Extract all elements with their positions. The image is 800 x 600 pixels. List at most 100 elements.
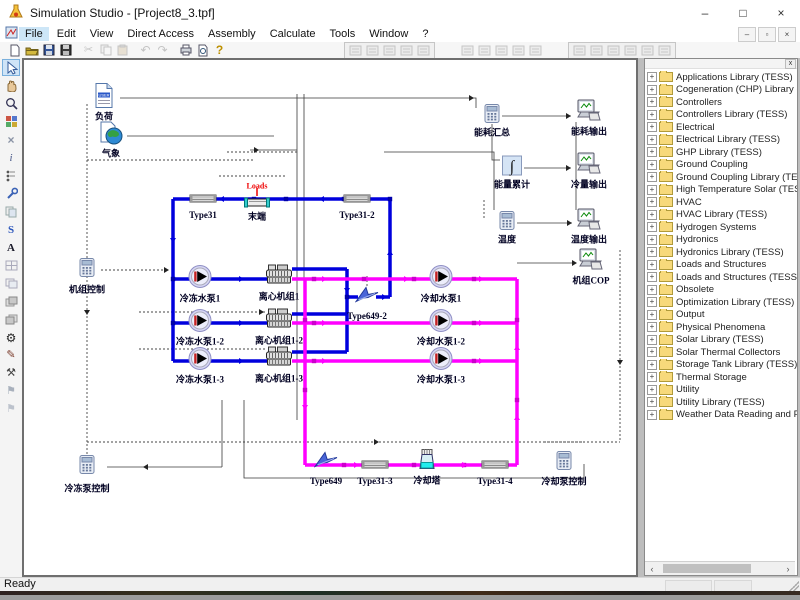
expand-icon[interactable]: + bbox=[647, 360, 657, 370]
expand-icon[interactable]: + bbox=[647, 335, 657, 345]
redo-icon[interactable]: ↷ bbox=[154, 43, 171, 57]
panel-icon[interactable] bbox=[656, 43, 673, 57]
tree-item-ghp-library-tess[interactable]: +GHP Library (TESS) bbox=[647, 146, 797, 159]
expand-icon[interactable]: + bbox=[647, 347, 657, 357]
pointer-icon[interactable] bbox=[2, 59, 20, 76]
eject-icon[interactable] bbox=[639, 43, 656, 57]
undo-icon[interactable]: ↶ bbox=[137, 43, 154, 57]
tree-item-electrical-library-tess[interactable]: +Electrical Library (TESS) bbox=[647, 134, 797, 147]
flag-back-icon[interactable]: ⚑ bbox=[2, 401, 20, 418]
expand-icon[interactable]: + bbox=[647, 410, 657, 420]
tree-item-ground-coupling-library-tess[interactable]: +Ground Coupling Library (TESS) bbox=[647, 171, 797, 184]
menu-assembly[interactable]: Assembly bbox=[202, 27, 262, 41]
resize-grip[interactable] bbox=[789, 581, 799, 591]
duplicate-icon[interactable] bbox=[2, 203, 20, 220]
tree-horizontal-scrollbar[interactable]: ‹ › bbox=[645, 561, 795, 575]
tree-item-utility[interactable]: +Utility bbox=[647, 384, 797, 397]
window-cascade-icon[interactable] bbox=[2, 275, 20, 292]
tree-item-utility-library-tess[interactable]: +Utility Library (TESS) bbox=[647, 396, 797, 409]
mdi-close-button[interactable]: × bbox=[778, 27, 796, 42]
schematic-canvas[interactable]: USER负荷气象Type31末端Type31-2能耗汇总能耗输出∫能量累计冷量输… bbox=[22, 58, 638, 577]
expand-icon[interactable]: + bbox=[647, 322, 657, 332]
menu-calculate[interactable]: Calculate bbox=[264, 27, 322, 41]
tree-item-hvac[interactable]: +HVAC bbox=[647, 196, 797, 209]
component-chiller3[interactable] bbox=[266, 346, 293, 372]
expand-icon[interactable]: + bbox=[647, 97, 657, 107]
align-top-icon[interactable] bbox=[398, 43, 415, 57]
expand-icon[interactable]: + bbox=[647, 72, 657, 82]
component-unit-cop[interactable] bbox=[578, 248, 604, 276]
tree-item-solar-thermal-collectors[interactable]: +Solar Thermal Collectors bbox=[647, 346, 797, 359]
wrench-icon[interactable] bbox=[2, 185, 20, 202]
expand-icon[interactable]: + bbox=[647, 147, 657, 157]
expand-icon[interactable]: + bbox=[647, 260, 657, 270]
paste-icon[interactable] bbox=[114, 43, 131, 57]
component-type31-2[interactable] bbox=[343, 190, 371, 208]
expand-icon[interactable]: + bbox=[647, 185, 657, 195]
component-type31-4[interactable] bbox=[481, 456, 509, 474]
expand-icon[interactable]: + bbox=[647, 385, 657, 395]
print-icon[interactable] bbox=[177, 43, 194, 57]
pen-icon[interactable]: ✎ bbox=[2, 347, 20, 364]
tree-item-weather-data-reading-and-process[interactable]: +Weather Data Reading and Process bbox=[647, 409, 797, 422]
expand-icon[interactable]: + bbox=[647, 197, 657, 207]
component-chw-pump1[interactable] bbox=[188, 265, 212, 294]
mdi-restore-button[interactable]: ▫ bbox=[758, 27, 776, 42]
tree-item-obsolete[interactable]: +Obsolete bbox=[647, 284, 797, 297]
expand-icon[interactable]: + bbox=[647, 235, 657, 245]
tree-item-cogeneration-chp-library-tess[interactable]: +Cogeneration (CHP) Library (TESS) bbox=[647, 84, 797, 97]
fit-horizontal-icon[interactable] bbox=[347, 43, 364, 57]
help-icon[interactable]: ? bbox=[211, 43, 228, 57]
cut-icon[interactable]: ✂ bbox=[80, 43, 97, 57]
menu-direct-access[interactable]: Direct Access bbox=[121, 27, 200, 41]
new-component-icon[interactable] bbox=[2, 113, 20, 130]
tree-item-applications-library-tess[interactable]: +Applications Library (TESS) bbox=[647, 71, 797, 84]
expand-icon[interactable]: + bbox=[647, 310, 657, 320]
scrollbar-thumb[interactable] bbox=[663, 564, 751, 573]
open-folder-icon[interactable] bbox=[23, 43, 40, 57]
tools-icon[interactable]: ⚒ bbox=[2, 365, 20, 382]
component-chw-pump3[interactable] bbox=[188, 347, 212, 376]
move-down-icon[interactable] bbox=[476, 43, 493, 57]
component-cw-pump-control[interactable] bbox=[557, 451, 572, 475]
menu-edit[interactable]: Edit bbox=[51, 27, 82, 41]
minimize-button[interactable]: – bbox=[686, 0, 724, 26]
tree-item-loads-and-structures[interactable]: +Loads and Structures bbox=[647, 259, 797, 272]
panel-close-icon[interactable]: x bbox=[785, 59, 796, 69]
component-type649-2[interactable] bbox=[355, 285, 379, 310]
connections-icon[interactable] bbox=[2, 167, 20, 184]
tree-item-controllers-library-tess[interactable]: +Controllers Library (TESS) bbox=[647, 109, 797, 122]
table-icon[interactable] bbox=[493, 43, 510, 57]
tree-item-storage-tank-library-tess[interactable]: +Storage Tank Library (TESS) bbox=[647, 359, 797, 372]
component-type31[interactable] bbox=[189, 190, 217, 208]
component-type31-3[interactable] bbox=[361, 456, 389, 474]
lock-icon[interactable] bbox=[571, 43, 588, 57]
tree-item-high-temperature-solar-tess[interactable]: +High Temperature Solar (TESS) bbox=[647, 184, 797, 197]
tree-item-electrical[interactable]: +Electrical bbox=[647, 121, 797, 134]
menu-view[interactable]: View bbox=[84, 27, 120, 41]
save-all-icon[interactable] bbox=[57, 43, 74, 57]
info-icon[interactable]: i bbox=[2, 149, 20, 166]
delete-icon[interactable]: × bbox=[2, 131, 20, 148]
copy-page-icon[interactable] bbox=[622, 43, 639, 57]
zoom-icon[interactable] bbox=[2, 95, 20, 112]
new-file-icon[interactable] bbox=[6, 43, 23, 57]
expand-icon[interactable]: + bbox=[647, 247, 657, 257]
mdi-minimize-button[interactable]: – bbox=[738, 27, 756, 42]
component-unit-control[interactable] bbox=[80, 258, 95, 282]
layers-icon[interactable] bbox=[605, 43, 622, 57]
component-chw-pump-control[interactable] bbox=[80, 455, 95, 479]
component-chw-pump2[interactable] bbox=[188, 309, 212, 338]
tree-item-output[interactable]: +Output bbox=[647, 309, 797, 322]
tree-item-loads-and-structures-tess[interactable]: +Loads and Structures (TESS) bbox=[647, 271, 797, 284]
expand-icon[interactable]: + bbox=[647, 135, 657, 145]
tree-item-controllers[interactable]: +Controllers bbox=[647, 96, 797, 109]
share-icon[interactable] bbox=[459, 43, 476, 57]
expand-icon[interactable]: + bbox=[647, 122, 657, 132]
component-temperature[interactable] bbox=[500, 211, 515, 235]
component-cooling-tower[interactable] bbox=[416, 448, 438, 475]
print-preview-icon[interactable] bbox=[194, 43, 211, 57]
maximize-button[interactable]: □ bbox=[724, 0, 762, 26]
flag-forward-icon[interactable]: ⚑ bbox=[2, 383, 20, 400]
expand-icon[interactable]: + bbox=[647, 285, 657, 295]
